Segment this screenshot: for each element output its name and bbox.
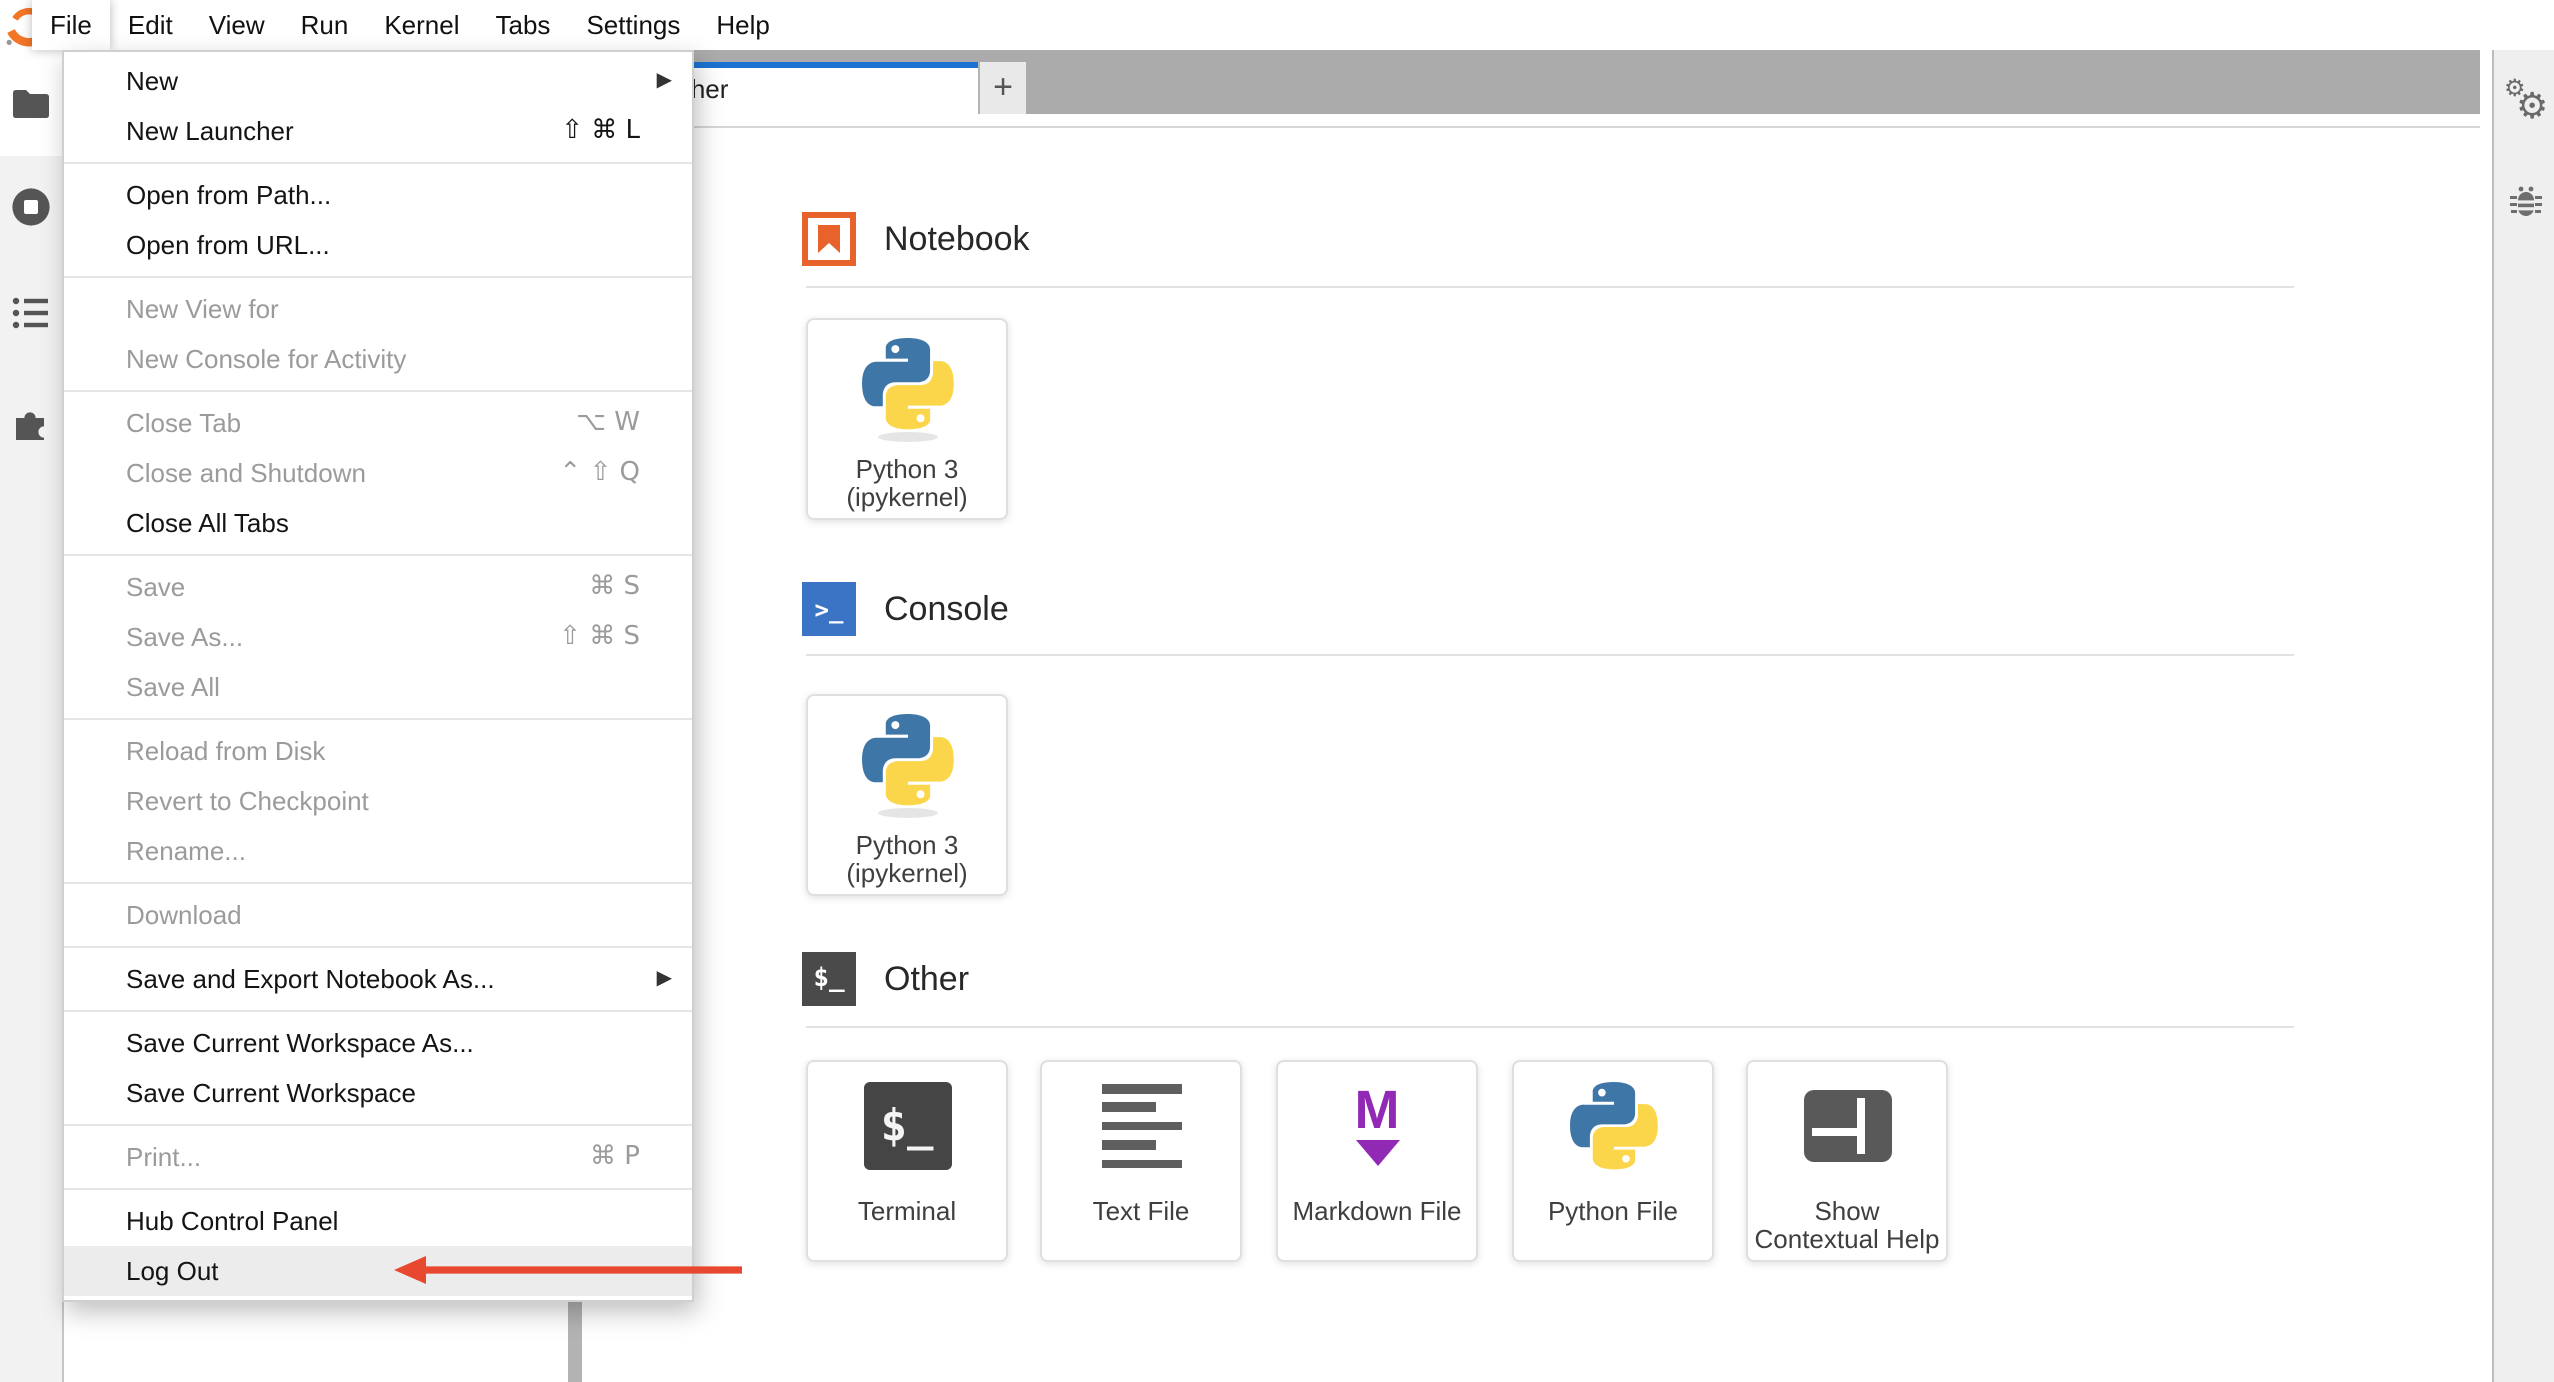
terminal-icon: $_	[808, 1078, 1006, 1174]
notebook-section-title: Notebook	[884, 212, 1030, 266]
menu-item-save-all: Save All	[64, 662, 692, 712]
menu-item-hub-control-panel[interactable]: Hub Control Panel	[64, 1196, 692, 1246]
menu-separator	[64, 554, 692, 556]
menu-item-save-current-workspace-as[interactable]: Save Current Workspace As...	[64, 1018, 692, 1068]
console-section-title: Console	[884, 582, 1009, 636]
left-sidebar	[0, 50, 64, 1382]
card-label: Python 3 (ipykernel)	[808, 832, 1006, 886]
shortcut: ⇧ ⌘ S	[559, 622, 640, 652]
menubar-item-help[interactable]: Help	[698, 0, 788, 50]
card-label: Terminal	[808, 1198, 1006, 1225]
shortcut: ⌃ ⇧ Q	[559, 458, 640, 488]
new-tab-button[interactable]: +	[978, 62, 1026, 114]
launcher-card-show-contextual-help[interactable]: Show Contextual Help	[1746, 1060, 1948, 1262]
menu-item-open-from-url[interactable]: Open from URL...	[64, 220, 692, 270]
menu-bar: File Edit View Run Kernel Tabs Settings …	[0, 0, 2554, 50]
section-divider	[806, 286, 2294, 288]
menu-item-save-current-workspace[interactable]: Save Current Workspace	[64, 1068, 692, 1118]
card-label: Markdown File	[1278, 1198, 1476, 1225]
running-kernels-icon[interactable]	[10, 186, 52, 228]
menu-separator	[64, 1010, 692, 1012]
menu-item-rename: Rename...	[64, 826, 692, 876]
section-divider	[806, 654, 2294, 656]
menu-item-close-and-shutdown: Close and Shutdown ⌃ ⇧ Q	[64, 448, 692, 498]
right-sidebar: ⚙ ⚙	[2492, 50, 2554, 1382]
debugger-icon[interactable]	[2506, 182, 2546, 222]
extension-manager-icon[interactable]	[10, 402, 52, 444]
other-section-icon: $_	[802, 952, 856, 1006]
menu-item-close-tab: Close Tab ⌥ W	[64, 398, 692, 448]
menu-separator	[64, 946, 692, 948]
menu-item-new[interactable]: New ▶	[64, 56, 692, 106]
launcher-card-markdown-file[interactable]: M Markdown File	[1276, 1060, 1478, 1262]
menubar-item-kernel[interactable]: Kernel	[366, 0, 477, 50]
menubar-item-edit[interactable]: Edit	[110, 0, 191, 50]
submenu-arrow-icon: ▶	[657, 70, 672, 92]
menu-separator	[64, 1188, 692, 1190]
file-menu-dropdown: New ▶ New Launcher ⇧ ⌘ L Open from Path.…	[62, 50, 694, 1302]
menu-item-save: Save ⌘ S	[64, 562, 692, 612]
jupyterlab-window: Launcher + Notebook Python 3 (ipykernel)…	[0, 0, 2554, 1382]
menubar-item-view[interactable]: View	[191, 0, 283, 50]
launcher-card-notebook-python3[interactable]: Python 3 (ipykernel)	[806, 318, 1008, 520]
menu-item-revert-to-checkpoint: Revert to Checkpoint	[64, 776, 692, 826]
text-file-icon	[1042, 1078, 1240, 1174]
tab-bar-bottom-border	[582, 126, 2480, 128]
submenu-arrow-icon: ▶	[657, 968, 672, 990]
shortcut: ⇧ ⌘ L	[561, 116, 640, 146]
menu-separator	[64, 276, 692, 278]
file-browser-icon[interactable]	[10, 84, 52, 126]
menu-item-reload-from-disk: Reload from Disk	[64, 726, 692, 776]
markdown-icon: M	[1278, 1078, 1476, 1174]
menu-item-print: Print... ⌘ P	[64, 1132, 692, 1182]
card-label: Show Contextual Help	[1748, 1198, 1946, 1252]
python-logo-shadow	[878, 808, 938, 818]
launcher-card-terminal[interactable]: $_ Terminal	[806, 1060, 1008, 1262]
launcher-card-text-file[interactable]: Text File	[1040, 1060, 1242, 1262]
python-logo-icon	[1514, 1078, 1712, 1174]
annotation-arrow-log-out	[392, 1252, 752, 1288]
contextual-help-icon	[1748, 1078, 1946, 1174]
launcher-card-console-python3[interactable]: Python 3 (ipykernel)	[806, 694, 1008, 896]
menu-item-new-launcher[interactable]: New Launcher ⇧ ⌘ L	[64, 106, 692, 156]
menu-separator	[64, 718, 692, 720]
menu-separator	[64, 162, 692, 164]
menu-item-open-from-path[interactable]: Open from Path...	[64, 170, 692, 220]
menu-item-new-console-for-activity: New Console for Activity	[64, 334, 692, 384]
menubar-item-tabs[interactable]: Tabs	[478, 0, 569, 50]
menubar-item-settings[interactable]: Settings	[568, 0, 698, 50]
other-section-title: Other	[884, 952, 969, 1006]
python-logo-icon	[808, 336, 1006, 432]
property-inspector-icon[interactable]: ⚙ ⚙	[2500, 78, 2552, 130]
card-label: Text File	[1042, 1198, 1240, 1225]
menu-item-close-all-tabs[interactable]: Close All Tabs	[64, 498, 692, 548]
table-of-contents-icon[interactable]	[10, 292, 52, 334]
launcher-card-python-file[interactable]: Python File	[1512, 1060, 1714, 1262]
menu-item-download: Download	[64, 890, 692, 940]
section-divider	[806, 1026, 2294, 1028]
menu-separator	[64, 1124, 692, 1126]
menu-separator	[64, 882, 692, 884]
menu-item-save-as: Save As... ⇧ ⌘ S	[64, 612, 692, 662]
menu-separator	[64, 390, 692, 392]
shortcut: ⌥ W	[576, 408, 640, 438]
shortcut: ⌘ P	[590, 1142, 640, 1172]
menu-item-new-view-for: New View for	[64, 284, 692, 334]
menubar-item-file[interactable]: File	[32, 0, 110, 50]
shortcut: ⌘ S	[589, 572, 640, 602]
python-logo-icon	[808, 712, 1006, 808]
notebook-section-icon	[802, 212, 856, 266]
menu-item-save-and-export-notebook-as[interactable]: Save and Export Notebook As... ▶	[64, 954, 692, 1004]
python-logo-shadow	[878, 432, 938, 442]
menubar-item-run[interactable]: Run	[283, 0, 367, 50]
console-section-icon: >_	[802, 582, 856, 636]
card-label: Python 3 (ipykernel)	[808, 456, 1006, 510]
card-label: Python File	[1514, 1198, 1712, 1225]
